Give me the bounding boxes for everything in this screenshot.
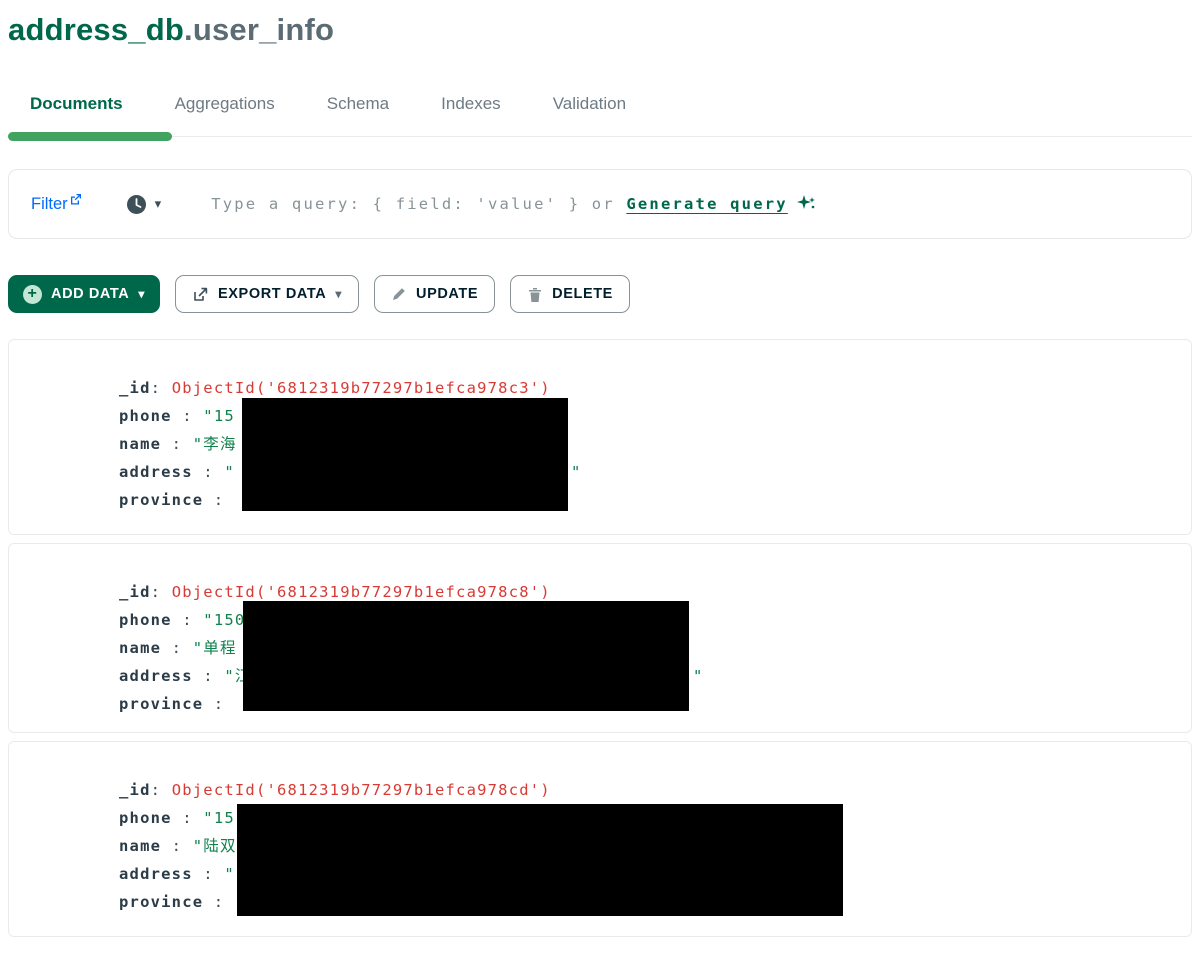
external-link-icon bbox=[70, 195, 82, 205]
document-card[interactable]: _id: ObjectId('6812319b77297b1efca978cd'… bbox=[8, 741, 1192, 937]
active-tab-indicator bbox=[8, 132, 172, 141]
redaction-box bbox=[242, 398, 568, 511]
document-card[interactable]: _id: ObjectId('6812319b77297b1efca978c8'… bbox=[8, 543, 1192, 733]
delete-button[interactable]: DELETE bbox=[510, 275, 630, 313]
objectid-value: ObjectId('6812319b77297b1efca978cd') bbox=[172, 781, 551, 799]
collection-name: .user_info bbox=[184, 12, 334, 47]
trash-icon bbox=[527, 286, 543, 303]
plus-icon: + bbox=[23, 285, 42, 304]
tab-indexes[interactable]: Indexes bbox=[441, 94, 501, 114]
document-card[interactable]: _id: ObjectId('6812319b77297b1efca978c3'… bbox=[8, 339, 1192, 535]
query-placeholder: Type a query: { field: 'value' } or bbox=[211, 195, 626, 213]
collection-tabs: Documents Aggregations Schema Indexes Va… bbox=[8, 94, 1192, 137]
redacted-value-closing-quote: " bbox=[571, 458, 580, 486]
collection-view: address_db.user_info Documents Aggregati… bbox=[0, 12, 1200, 937]
tab-validation[interactable]: Validation bbox=[553, 94, 626, 114]
database-name: address_db bbox=[8, 12, 184, 47]
chevron-down-icon: ▾ bbox=[335, 287, 342, 301]
export-data-button[interactable]: EXPORT DATA ▾ bbox=[175, 275, 359, 313]
export-icon bbox=[192, 286, 209, 303]
query-history-button[interactable]: ▾ bbox=[126, 194, 162, 215]
filter-link[interactable]: Filter bbox=[31, 195, 82, 214]
generate-query-link[interactable]: Generate query bbox=[626, 195, 787, 213]
query-filter-bar: Filter ▾ Type a query: { field: 'value' … bbox=[8, 169, 1192, 239]
add-data-button[interactable]: + ADD DATA ▾ bbox=[8, 275, 160, 313]
tab-documents[interactable]: Documents bbox=[30, 94, 123, 114]
query-input[interactable]: Type a query: { field: 'value' } or Gene… bbox=[211, 194, 1169, 214]
documents-toolbar: + ADD DATA ▾ EXPORT DATA ▾ UPDATE DELETE bbox=[8, 275, 1192, 313]
update-button[interactable]: UPDATE bbox=[374, 275, 495, 313]
objectid-value: ObjectId('6812319b77297b1efca978c8') bbox=[172, 583, 551, 601]
redaction-box bbox=[243, 601, 689, 711]
tab-aggregations[interactable]: Aggregations bbox=[175, 94, 275, 114]
pencil-icon bbox=[391, 286, 407, 302]
chevron-down-icon: ▾ bbox=[155, 196, 162, 212]
redacted-value-closing-quote: " bbox=[693, 662, 702, 690]
page-title: address_db.user_info bbox=[8, 12, 1192, 48]
clock-icon bbox=[126, 194, 147, 215]
chevron-down-icon: ▾ bbox=[138, 287, 145, 301]
field-id: _id: ObjectId('6812319b77297b1efca978cd'… bbox=[119, 776, 1191, 804]
sparkle-icon bbox=[796, 194, 816, 214]
objectid-value: ObjectId('6812319b77297b1efca978c3') bbox=[172, 379, 551, 397]
tab-schema[interactable]: Schema bbox=[327, 94, 389, 114]
redaction-box bbox=[237, 804, 843, 916]
